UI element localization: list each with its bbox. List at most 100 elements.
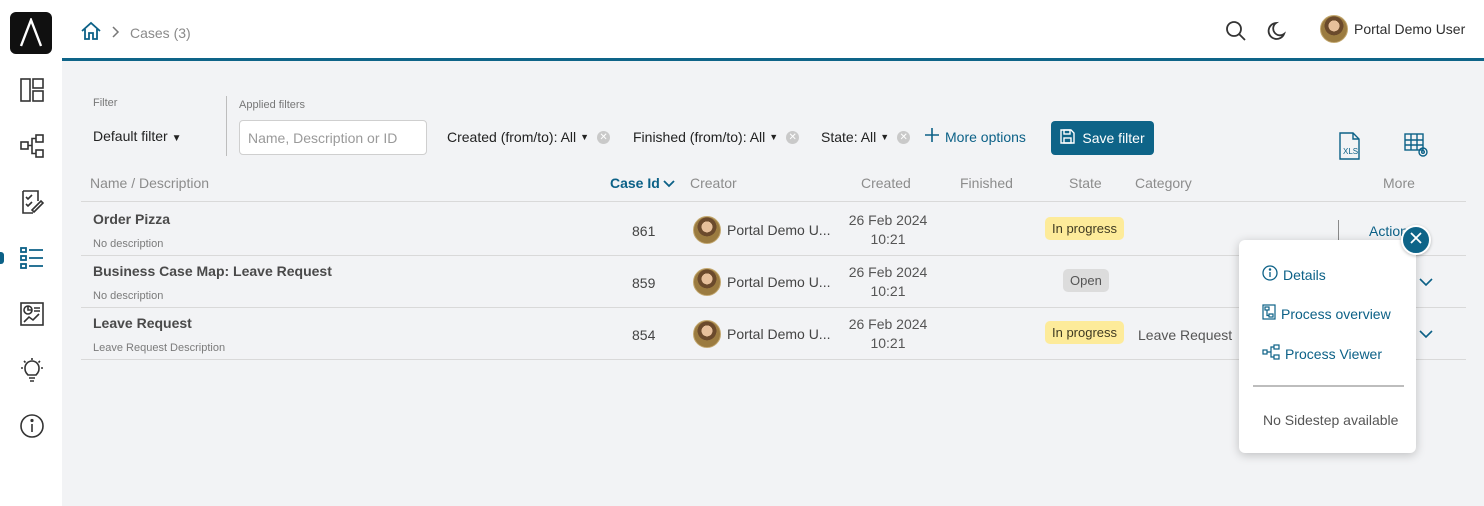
caret-down-icon: ▼ — [880, 132, 890, 142]
search-icon[interactable] — [1224, 19, 1248, 43]
col-finished[interactable]: Finished — [960, 175, 1013, 191]
user-avatar — [1320, 15, 1348, 43]
col-creator[interactable]: Creator — [690, 175, 737, 191]
created-filter-chip[interactable]: Created (from/to): All ▼ ✕ — [447, 129, 611, 145]
case-created: 26 Feb 2024 10:21 — [843, 263, 933, 301]
cases-icon[interactable] — [15, 241, 49, 275]
created-date: 26 Feb 2024 — [848, 212, 928, 228]
plus-icon — [925, 128, 939, 145]
more-options-button[interactable]: More options — [925, 128, 1026, 145]
creator-name: Portal Demo U... — [727, 222, 831, 238]
search-input[interactable] — [239, 120, 427, 155]
case-creator: Portal Demo U... — [693, 320, 830, 348]
close-popup-button[interactable] — [1401, 225, 1431, 255]
clear-filter-icon[interactable]: ✕ — [897, 130, 911, 144]
app-logo[interactable] — [10, 12, 52, 54]
case-creator: Portal Demo U... — [693, 268, 830, 296]
created-date: 26 Feb 2024 — [848, 316, 928, 332]
col-state[interactable]: State — [1069, 175, 1102, 191]
header-divider — [81, 201, 1466, 202]
col-case-id[interactable]: Case Id — [610, 175, 675, 191]
dark-mode-icon[interactable] — [1266, 19, 1290, 43]
actions-separator — [1338, 220, 1339, 242]
status-badge: Open — [1063, 269, 1109, 292]
breadcrumb: Cases (3) — [80, 20, 191, 45]
process-overview-menu-item[interactable]: Process overview — [1262, 304, 1391, 323]
details-menu-item[interactable]: Details — [1262, 265, 1326, 284]
state-filter-label: State: All — [821, 129, 877, 145]
finished-filter-label: Finished (from/to): All — [633, 129, 766, 145]
case-category: Leave Request — [1138, 327, 1233, 343]
case-name: Order Pizza — [93, 211, 171, 227]
process-viewer-label: Process Viewer — [1285, 345, 1383, 362]
case-id: 854 — [632, 327, 656, 343]
process-overview-label: Process overview — [1281, 305, 1391, 322]
column-config-icon[interactable] — [1403, 132, 1431, 160]
idea-icon[interactable] — [15, 353, 49, 387]
created-filter-label: Created (from/to): All — [447, 129, 577, 145]
excel-export-icon[interactable]: XLS — [1336, 132, 1364, 160]
applied-filters-label: Applied filters — [239, 99, 306, 111]
case-created: 26 Feb 2024 10:21 — [843, 211, 933, 249]
creator-avatar — [693, 320, 721, 348]
created-date: 26 Feb 2024 — [848, 264, 928, 280]
state-filter-chip[interactable]: State: All ▼ ✕ — [821, 129, 911, 145]
sort-chevron-icon — [663, 175, 675, 191]
dashboard-icon[interactable] — [15, 73, 49, 107]
process-icon[interactable] — [15, 129, 49, 163]
created-time: 10:21 — [870, 283, 906, 299]
home-icon[interactable] — [80, 20, 102, 45]
info-icon — [1262, 265, 1278, 284]
chevron-down-icon[interactable] — [1418, 326, 1434, 342]
user-name: Portal Demo User — [1354, 21, 1466, 37]
caret-down-icon: ▼ — [580, 132, 590, 142]
filter-divider — [226, 96, 227, 156]
info-icon[interactable] — [15, 409, 49, 443]
chevron-down-icon[interactable] — [1418, 274, 1434, 290]
save-icon — [1060, 129, 1076, 147]
case-description: Leave Request Description — [93, 342, 226, 354]
top-bar: Cases (3) Portal Demo User — [62, 0, 1484, 61]
svg-text:XLS: XLS — [1343, 147, 1358, 156]
case-name: Leave Request — [93, 315, 192, 331]
creator-avatar — [693, 268, 721, 296]
statistics-icon[interactable] — [15, 297, 49, 331]
col-name[interactable]: Name / Description — [90, 175, 209, 191]
status-badge: In progress — [1045, 321, 1125, 344]
default-filter-label: Default filter — [93, 128, 168, 144]
save-filter-label: Save filter — [1082, 130, 1145, 146]
active-nav-indicator — [0, 252, 4, 264]
case-description: No description — [93, 238, 164, 250]
save-filter-button[interactable]: Save filter — [1051, 121, 1154, 155]
process-viewer-menu-item[interactable]: Process Viewer — [1262, 344, 1382, 363]
chevron-right-icon — [112, 25, 120, 41]
more-options-label: More options — [945, 128, 1026, 145]
user-menu[interactable]: Portal Demo User — [1320, 15, 1465, 43]
clear-filter-icon[interactable]: ✕ — [786, 130, 800, 144]
breadcrumb-current: Cases (3) — [130, 24, 191, 41]
finished-filter-chip[interactable]: Finished (from/to): All ▼ ✕ — [633, 129, 800, 145]
creator-name: Portal Demo U... — [727, 326, 831, 342]
status-badge: In progress — [1045, 217, 1125, 240]
process-overview-icon — [1262, 304, 1276, 323]
case-description: No description — [93, 290, 164, 302]
process-viewer-icon — [1262, 344, 1280, 363]
clear-filter-icon[interactable]: ✕ — [597, 130, 611, 144]
sidebar — [0, 0, 62, 506]
creator-name: Portal Demo U... — [727, 274, 831, 290]
case-name: Business Case Map: Leave Request — [93, 263, 332, 279]
col-created[interactable]: Created — [861, 175, 911, 191]
created-time: 10:21 — [870, 231, 906, 247]
default-filter-dropdown[interactable]: Default filter ▼ — [93, 128, 182, 144]
case-id: 861 — [632, 223, 656, 239]
actions-popup: Details Process overview Process Viewer … — [1239, 240, 1416, 453]
case-created: 26 Feb 2024 10:21 — [843, 315, 933, 353]
close-icon — [1410, 231, 1422, 249]
col-case-id-label: Case Id — [610, 175, 660, 191]
filter-label: Filter — [93, 97, 118, 109]
col-category[interactable]: Category — [1135, 175, 1192, 191]
popup-divider — [1253, 385, 1404, 387]
caret-down-icon: ▼ — [769, 132, 779, 142]
tasks-icon[interactable] — [15, 185, 49, 219]
creator-avatar — [693, 216, 721, 244]
